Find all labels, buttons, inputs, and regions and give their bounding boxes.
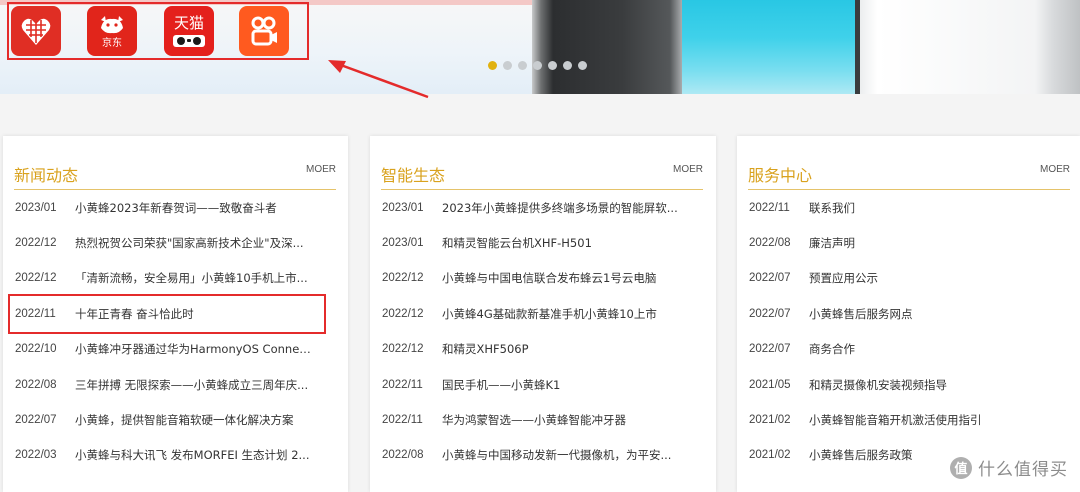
item-date: 2022/12 xyxy=(382,343,424,356)
item-date: 2022/10 xyxy=(15,343,57,356)
item-date: 2022/12 xyxy=(15,272,57,285)
list-item[interactable]: 2022/12 「清新流畅，安全易用」小黄蜂10手机上市... xyxy=(3,261,348,296)
item-title: 小黄蜂，提供智能音箱软硬一体化解决方案 xyxy=(75,413,294,428)
list-item[interactable]: 2022/07 商务合作 xyxy=(737,332,1080,367)
news-item-annotation-box xyxy=(8,294,326,334)
item-title: 小黄蜂售后服务网点 xyxy=(809,306,913,321)
more-link[interactable]: MOER xyxy=(1040,164,1070,175)
carousel-dot[interactable] xyxy=(533,61,542,70)
item-date: 2022/07 xyxy=(749,343,791,356)
list-item[interactable]: 2022/11 国民手机——小黄蜂K1 xyxy=(370,367,716,402)
news-list: 2023/01 2023年小黄蜂提供多终端多场景的智能屏软... 2023/01 和… xyxy=(370,190,716,473)
list-item[interactable]: 2023/01 小黄蜂2023年新春贺词——致敬奋斗者 xyxy=(3,190,348,225)
list-item[interactable]: 2021/02 小黄蜂智能音箱开机激活使用指引 xyxy=(737,402,1080,437)
item-date: 2022/11 xyxy=(749,201,790,214)
item-title: 小黄蜂冲牙器通过华为HarmonyOS Connect... xyxy=(75,342,315,357)
item-date: 2022/03 xyxy=(15,449,57,462)
carousel-dot[interactable] xyxy=(548,61,557,70)
item-date: 2022/08 xyxy=(382,449,424,462)
item-title: 热烈祝贺公司荣获"国家高新技术企业"及深... xyxy=(75,236,304,251)
banner: 京东 天猫 xyxy=(0,0,1080,94)
item-title: 国民手机——小黄蜂K1 xyxy=(442,377,561,392)
list-item[interactable]: 2022/12 小黄蜂与中国电信联合发布蜂云1号云电脑 xyxy=(370,261,716,296)
list-item[interactable]: 2023/01 和精灵智能云台机XHF-H501 xyxy=(370,225,716,260)
item-title: 和精灵智能云台机XHF-H501 xyxy=(442,236,592,251)
item-date: 2022/12 xyxy=(382,307,424,320)
carousel-dot[interactable] xyxy=(503,61,512,70)
list-item[interactable]: 2022/07 小黄蜂，提供智能音箱软硬一体化解决方案 xyxy=(3,402,348,437)
item-date: 2023/01 xyxy=(15,201,57,214)
card-header: 智能生态 MOER xyxy=(381,160,703,190)
apps-annotation-box xyxy=(7,2,309,60)
banner-product-image-white xyxy=(855,0,1080,94)
item-title: 小黄蜂4G基础款新基准手机小黄蜂10上市 xyxy=(442,306,657,321)
item-title: 小黄蜂与中国电信联合发布蜂云1号云电脑 xyxy=(442,271,657,286)
carousel-dot[interactable] xyxy=(518,61,527,70)
item-date: 2021/02 xyxy=(749,414,791,427)
item-date: 2021/02 xyxy=(749,449,791,462)
list-item[interactable]: 2022/08 廉洁声明 xyxy=(737,225,1080,260)
item-title: 和精灵摄像机安装视频指导 xyxy=(809,377,947,392)
list-item[interactable]: 2022/10 小黄蜂冲牙器通过华为HarmonyOS Connect... xyxy=(3,332,348,367)
carousel-dot[interactable] xyxy=(578,61,587,70)
carousel-dot[interactable] xyxy=(488,61,497,70)
item-title: 廉洁声明 xyxy=(809,236,855,251)
list-item[interactable]: 2022/12 和精灵XHF506P xyxy=(370,332,716,367)
list-item[interactable]: 2021/05 和精灵摄像机安装视频指导 xyxy=(737,367,1080,402)
item-date: 2022/12 xyxy=(382,272,424,285)
annotation-arrow-icon xyxy=(328,60,429,99)
item-title: 小黄蜂智能音箱开机激活使用指引 xyxy=(809,413,982,428)
item-date: 2022/12 xyxy=(15,237,57,250)
list-item[interactable]: 2022/08 三年拼搏 无限探索——小黄蜂成立三周年庆... xyxy=(3,367,348,402)
item-date: 2022/08 xyxy=(15,378,57,391)
list-item[interactable]: 2022/12 热烈祝贺公司荣获"国家高新技术企业"及深... xyxy=(3,225,348,260)
list-item[interactable]: 2023/01 2023年小黄蜂提供多终端多场景的智能屏软... xyxy=(370,190,716,225)
card-header: 新闻动态 MOER xyxy=(14,160,336,190)
ecosystem-card: 智能生态 MOER 2023/01 2023年小黄蜂提供多终端多场景的智能屏软..… xyxy=(370,136,716,492)
item-title: 小黄蜂与科大讯飞 发布MORFEI 生态计划 2... xyxy=(75,448,310,463)
carousel-dots xyxy=(488,61,587,70)
banner-product-image-blue xyxy=(682,0,862,94)
item-title: 华为鸿蒙智选——小黄蜂智能冲牙器 xyxy=(442,413,626,428)
item-date: 2023/01 xyxy=(382,201,424,214)
carousel-dot[interactable] xyxy=(563,61,572,70)
watermark: 值 什么值得买 xyxy=(950,455,1068,480)
list-item[interactable]: 2022/11 华为鸿蒙智选——小黄蜂智能冲牙器 xyxy=(370,402,716,437)
more-link[interactable]: MOER xyxy=(673,164,703,175)
item-title: 小黄蜂2023年新春贺词——致敬奋斗者 xyxy=(75,200,277,215)
card-title: 服务中心 xyxy=(748,166,813,185)
item-date: 2023/01 xyxy=(382,237,424,250)
service-card: 服务中心 MOER 2022/11 联系我们 2022/08 廉洁声明 2022/0… xyxy=(737,136,1080,492)
news-list: 2022/11 联系我们 2022/08 廉洁声明 2022/07 预置应用公示 20… xyxy=(737,190,1080,473)
card-title: 智能生态 xyxy=(381,166,446,185)
item-title: 小黄蜂与中国移动发新一代摄像机，为平安... xyxy=(442,448,672,463)
item-title: 小黄蜂售后服务政策 xyxy=(809,448,913,463)
list-item[interactable]: 2022/12 小黄蜂4G基础款新基准手机小黄蜂10上市 xyxy=(370,296,716,331)
item-title: 三年拼搏 无限探索——小黄蜂成立三周年庆... xyxy=(75,377,309,392)
item-title: 联系我们 xyxy=(809,200,855,215)
item-date: 2022/07 xyxy=(15,414,57,427)
item-title: 2023年小黄蜂提供多终端多场景的智能屏软... xyxy=(442,200,678,215)
item-date: 2022/08 xyxy=(749,237,791,250)
item-title: 商务合作 xyxy=(809,342,855,357)
watermark-logo-icon: 值 xyxy=(950,456,972,479)
item-date: 2021/05 xyxy=(749,378,791,391)
list-item[interactable]: 2022/07 预置应用公示 xyxy=(737,261,1080,296)
more-link[interactable]: MOER xyxy=(306,164,336,175)
item-title: 和精灵XHF506P xyxy=(442,342,529,357)
list-item[interactable]: 2022/07 小黄蜂售后服务网点 xyxy=(737,296,1080,331)
card-title: 新闻动态 xyxy=(14,166,79,185)
watermark-text: 什么值得买 xyxy=(978,460,1068,480)
item-title: 预置应用公示 xyxy=(809,271,878,286)
list-item[interactable]: 2022/08 小黄蜂与中国移动发新一代摄像机，为平安... xyxy=(370,438,716,473)
item-date: 2022/11 xyxy=(382,414,423,427)
card-header: 服务中心 MOER xyxy=(748,160,1070,190)
item-date: 2022/07 xyxy=(749,307,791,320)
item-date: 2022/07 xyxy=(749,272,791,285)
banner-product-image-dark xyxy=(532,0,682,94)
item-title: 「清新流畅，安全易用」小黄蜂10手机上市... xyxy=(75,271,308,286)
list-item[interactable]: 2022/03 小黄蜂与科大讯飞 发布MORFEI 生态计划 2... xyxy=(3,438,348,473)
list-item[interactable]: 2022/11 联系我们 xyxy=(737,190,1080,225)
item-date: 2022/11 xyxy=(382,378,423,391)
